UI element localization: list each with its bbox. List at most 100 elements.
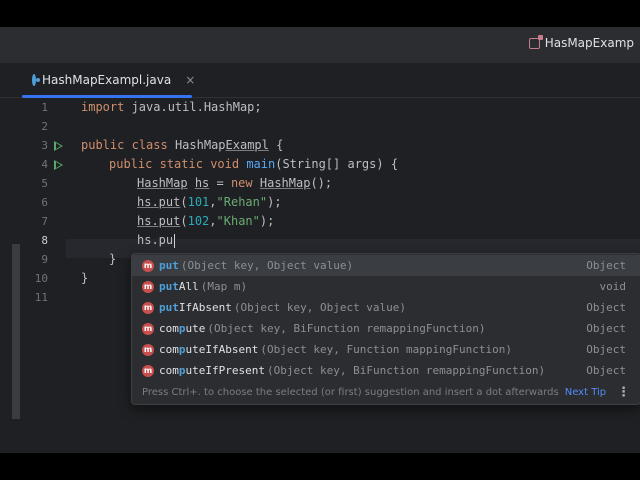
line-number: 10 bbox=[34, 272, 48, 285]
code-text: ); bbox=[267, 195, 282, 209]
run-configuration-selector[interactable]: HasMapExamp bbox=[528, 34, 634, 50]
code-line-10[interactable]: } bbox=[81, 269, 88, 288]
code-text: } bbox=[109, 252, 117, 266]
line-number: 2 bbox=[41, 120, 48, 133]
title-bar: HasMapExamp bbox=[0, 27, 640, 63]
completion-name: computeIfPresent bbox=[159, 364, 265, 377]
code-text: ( bbox=[180, 195, 188, 209]
code-text: hs.pu bbox=[137, 233, 174, 247]
line-number: 9 bbox=[41, 253, 48, 266]
java-class-icon bbox=[32, 74, 40, 86]
type-name: HashMap bbox=[137, 176, 188, 190]
line-number: 4 bbox=[41, 158, 48, 171]
next-tip-link[interactable]: Next Tip bbox=[565, 387, 606, 398]
completion-match: p bbox=[178, 322, 186, 335]
completion-match: p bbox=[178, 364, 186, 377]
code-line-4[interactable]: public static void main(String[] args) { bbox=[109, 155, 398, 174]
run-config-icon bbox=[528, 34, 543, 49]
line-number: 3 bbox=[41, 139, 48, 152]
line-number: 1 bbox=[41, 101, 48, 114]
completion-rest: uteIfPresent bbox=[185, 364, 265, 377]
completion-return-type: Object bbox=[586, 322, 626, 335]
method-call: hs.put bbox=[137, 214, 181, 228]
method-icon: m bbox=[142, 343, 154, 356]
completion-item-computeifabsent[interactable]: m computeIfAbsent (Object key, Function … bbox=[132, 339, 640, 360]
completion-item-computeifpresent[interactable]: m computeIfPresent (Object key, BiFuncti… bbox=[132, 360, 640, 381]
completion-rest: uteIfAbsent bbox=[185, 343, 259, 356]
completion-rest: All bbox=[178, 280, 199, 293]
completion-rest: IfAbsent bbox=[178, 301, 232, 314]
ide-window: HasMapExamp HashMapExampl.java × 1 2 3 4… bbox=[0, 27, 640, 453]
run-config-label: HasMapExamp bbox=[544, 36, 634, 50]
completion-match: put bbox=[159, 301, 179, 314]
code-text: } bbox=[81, 271, 89, 285]
completion-name: putIfAbsent bbox=[159, 301, 232, 314]
completion-hint-footer: Press Ctrl+. to choose the selected (or … bbox=[132, 381, 640, 404]
code-text: (String[] args) { bbox=[275, 157, 399, 171]
class-name: HashMap bbox=[174, 138, 226, 152]
keyword: static bbox=[159, 157, 203, 171]
code-line-9[interactable]: } bbox=[109, 250, 116, 269]
completion-match: put bbox=[159, 280, 179, 293]
keyword: class bbox=[131, 138, 168, 152]
code-text: ); bbox=[259, 214, 275, 228]
completion-item-compute[interactable]: m compute (Object key, BiFunction remapp… bbox=[132, 318, 640, 339]
method-icon: m bbox=[142, 280, 154, 293]
keyword: public bbox=[81, 138, 125, 152]
completion-name: put bbox=[159, 259, 179, 272]
keyword: void bbox=[210, 157, 240, 171]
completion-prefix: com bbox=[159, 343, 179, 356]
line-number: 5 bbox=[41, 177, 48, 190]
code-line-1[interactable]: import java.util.HashMap; bbox=[81, 98, 262, 117]
code-text: ( bbox=[180, 214, 188, 228]
completion-item-put[interactable]: m put (Object key, Object value) Object bbox=[132, 255, 640, 276]
close-tab-icon[interactable]: × bbox=[185, 73, 195, 87]
tab-hashmapexampl-java[interactable]: HashMapExampl.java × bbox=[22, 63, 195, 97]
class-name-suffix: Exampl bbox=[225, 138, 269, 152]
completion-name: compute bbox=[159, 322, 205, 335]
editor-tab-bar: HashMapExampl.java × bbox=[0, 63, 640, 98]
string-literal: "Khan" bbox=[216, 214, 260, 228]
method-icon: m bbox=[142, 322, 154, 335]
method-call: hs.put bbox=[137, 195, 181, 209]
keyword: import bbox=[81, 100, 125, 114]
code-line-5[interactable]: HashMap hs = new HashMap(); bbox=[137, 174, 332, 193]
code-text: = bbox=[209, 176, 231, 190]
completion-hint-text: Press Ctrl+. to choose the selected (or … bbox=[142, 387, 559, 398]
string-literal: "Rehan" bbox=[216, 195, 268, 209]
code-line-6[interactable]: hs.put(101,"Rehan"); bbox=[137, 193, 282, 212]
scrollbar[interactable] bbox=[12, 244, 20, 419]
more-options-icon[interactable]: ⋮ bbox=[617, 385, 630, 400]
keyword: new bbox=[230, 176, 253, 190]
completion-return-type: Object bbox=[586, 343, 626, 356]
method-name: main bbox=[246, 157, 276, 171]
variable-name: hs bbox=[194, 176, 210, 190]
completion-item-putifabsent[interactable]: m putIfAbsent (Object key, Object value)… bbox=[132, 297, 640, 318]
completion-return-type: Object bbox=[586, 364, 626, 377]
number-literal: 101 bbox=[187, 195, 210, 209]
keyword: public bbox=[109, 157, 153, 171]
completion-name: putAll bbox=[159, 280, 199, 293]
line-number: 8 bbox=[41, 234, 48, 247]
method-icon: m bbox=[142, 259, 154, 272]
completion-params: (Object key, Object value) bbox=[180, 259, 354, 272]
line-number: 6 bbox=[41, 196, 48, 209]
line-number: 11 bbox=[34, 291, 48, 304]
completion-prefix: com bbox=[159, 322, 179, 335]
code-text: , bbox=[209, 214, 217, 228]
completion-match: put bbox=[159, 259, 179, 272]
completion-item-putall[interactable]: m putAll (Map m) void bbox=[132, 276, 640, 297]
type-name: HashMap bbox=[259, 176, 311, 190]
completion-return-type: Object bbox=[586, 301, 626, 314]
code-text: java.util.HashMap; bbox=[124, 100, 262, 114]
completion-name: computeIfAbsent bbox=[159, 343, 258, 356]
run-main-icon[interactable] bbox=[54, 160, 63, 170]
completion-params: (Object key, BiFunction remappingFunctio… bbox=[207, 322, 486, 335]
line-number: 7 bbox=[41, 215, 48, 228]
run-class-icon[interactable] bbox=[54, 141, 63, 151]
code-line-8[interactable]: hs.pu bbox=[137, 231, 176, 250]
completion-rest: ute bbox=[185, 322, 206, 335]
code-line-3[interactable]: public class HashMapExampl { bbox=[81, 136, 283, 155]
code-line-7[interactable]: hs.put(102,"Khan"); bbox=[137, 212, 274, 231]
code-text: , bbox=[209, 195, 217, 209]
